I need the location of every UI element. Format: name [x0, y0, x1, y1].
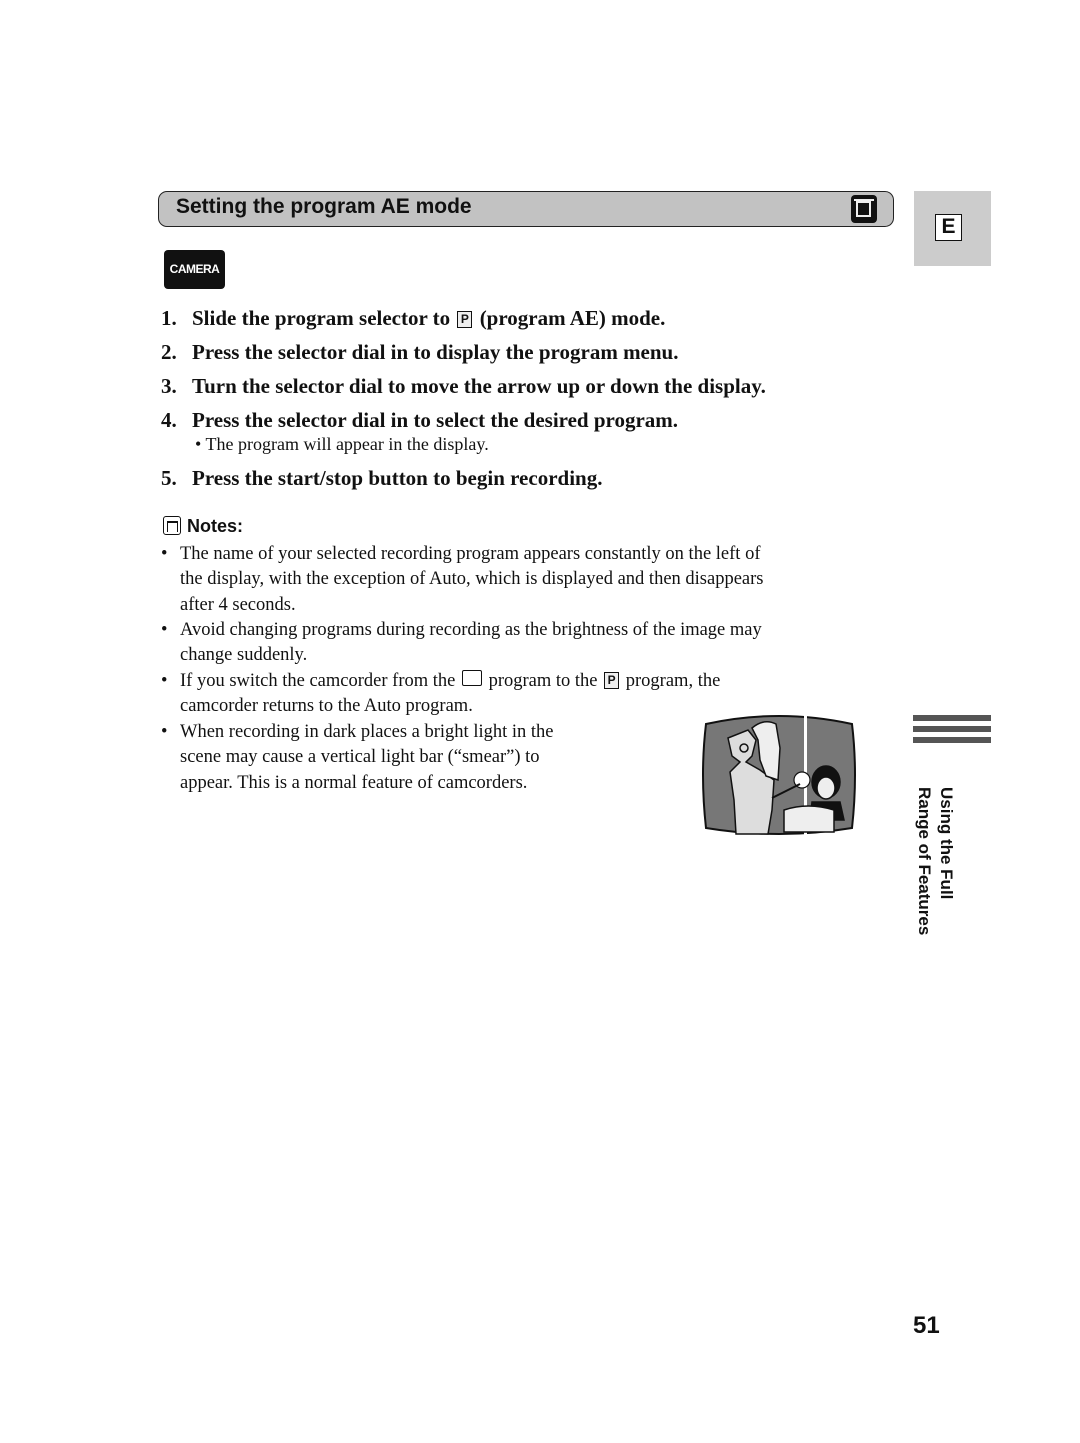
- chapter-side-label: Using the Full Range of Features: [915, 787, 956, 936]
- language-code: E: [935, 214, 962, 241]
- tab-bar: [913, 726, 991, 732]
- language-tab: E: [914, 191, 991, 266]
- auto-program-icon: [461, 670, 482, 686]
- section-tab-bars: [913, 715, 991, 748]
- program-p-icon: P: [457, 311, 473, 328]
- smear-example-illustration: [702, 712, 856, 836]
- notes-icon: [163, 516, 181, 535]
- step-4-note: • The program will appear in the display…: [195, 434, 489, 454]
- program-p-icon: P: [604, 672, 620, 689]
- tab-bar: [913, 715, 991, 721]
- step-3: 3. Turn the selector dial to move the arr…: [161, 374, 766, 398]
- step-5: 5. Press the start/stop button to begin r…: [161, 466, 603, 490]
- program-ae-mode-icon: [851, 195, 877, 223]
- camera-mode-badge: CAMERA: [164, 250, 225, 289]
- section-title: Setting the program AE mode: [176, 195, 472, 218]
- step-2: 2. Press the selector dial in to display …: [161, 340, 679, 364]
- step-4: 4. Press the selector dial in to select t…: [161, 408, 679, 432]
- cake-table: [783, 805, 835, 833]
- tab-bar: [913, 737, 991, 743]
- notes-heading: Notes:: [163, 516, 243, 537]
- page-number: 51: [913, 1312, 940, 1339]
- step-1: 1. Slide the program selector to P (progr…: [161, 306, 666, 330]
- section-header: Setting the program AE mode: [158, 191, 894, 227]
